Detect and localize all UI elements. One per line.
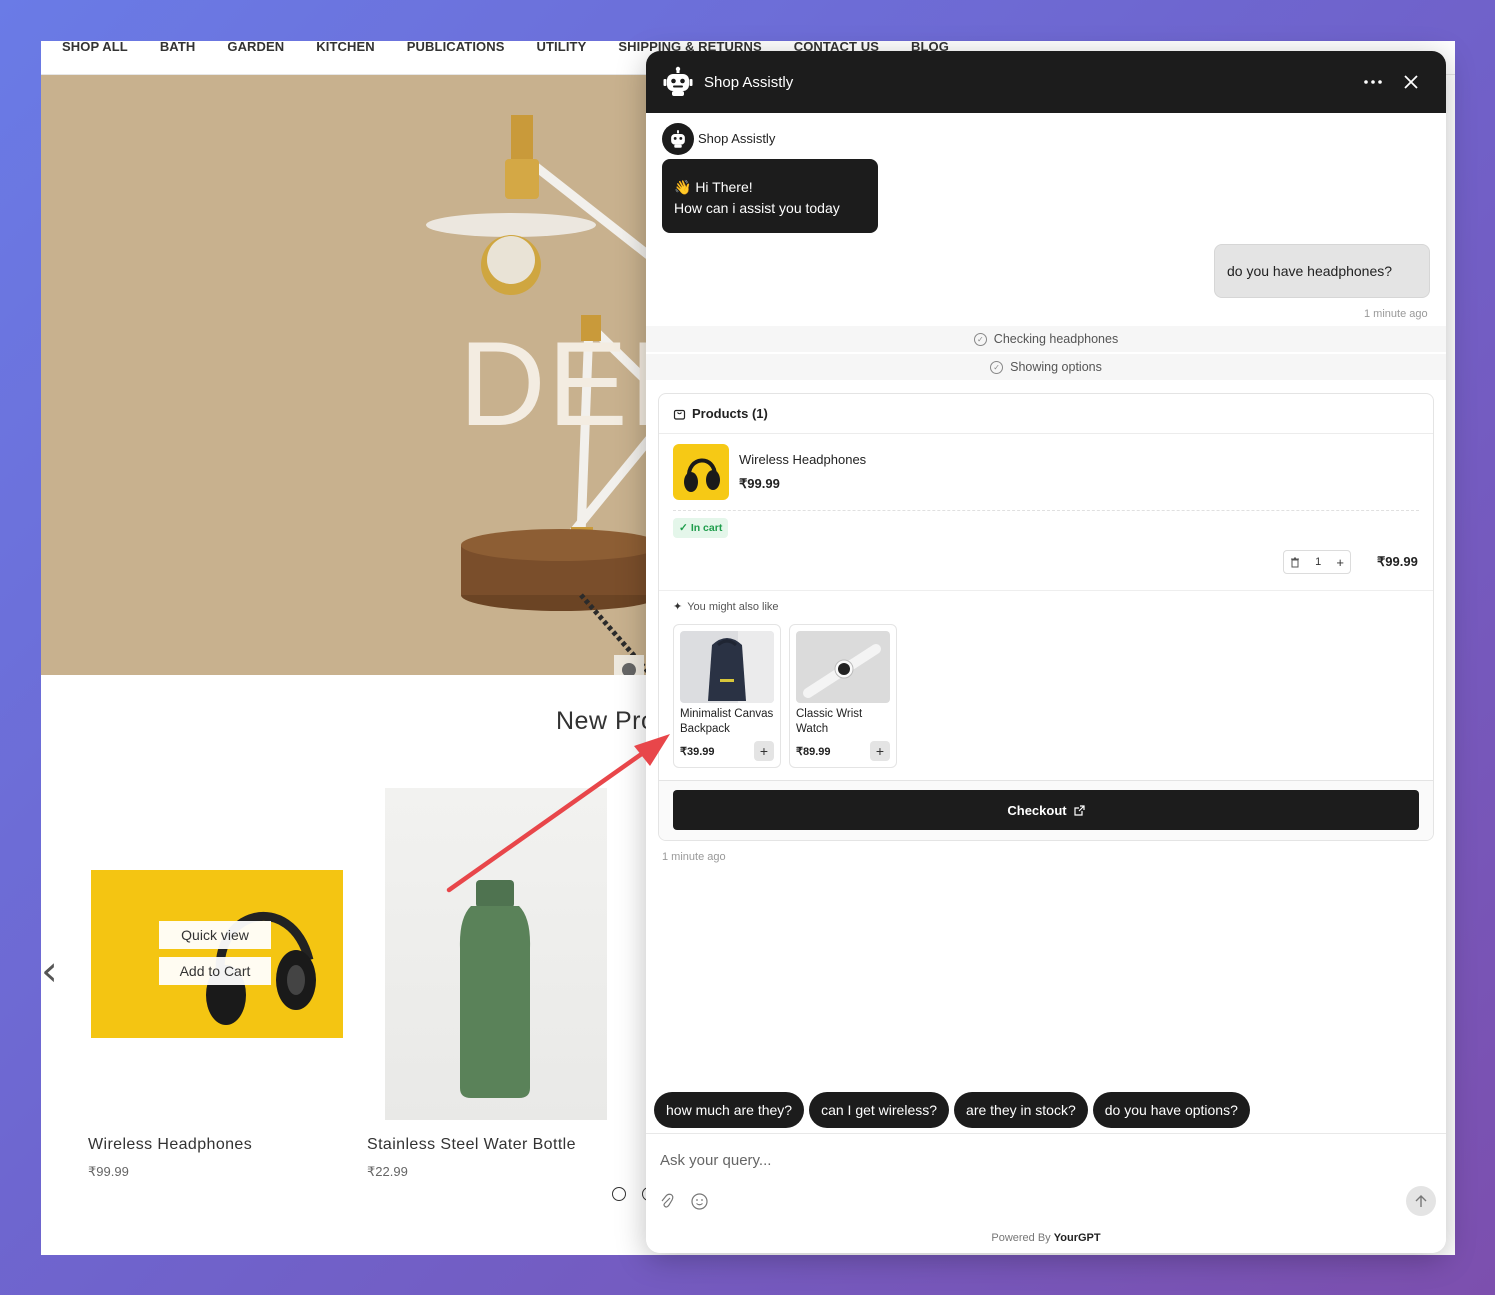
products-card: Products (1) Wireless Headphones ₹99.99 … <box>658 393 1434 841</box>
recommendation-name: Minimalist Canvas Backpack <box>680 708 774 735</box>
emoji-icon[interactable] <box>688 1190 710 1212</box>
nav-publications[interactable]: PUBLICATIONS <box>407 41 505 53</box>
line-total: ₹99.99 <box>1377 554 1418 569</box>
status-label: Showing options <box>1010 360 1102 374</box>
suggestion-chip[interactable]: are they in stock? <box>954 1092 1088 1128</box>
product-image-bottle[interactable] <box>385 788 607 1120</box>
suggestion-chip[interactable]: how much are they? <box>654 1092 805 1128</box>
message-timestamp: 1 minute ago <box>1364 308 1428 320</box>
attachment-icon[interactable] <box>656 1190 678 1212</box>
powered-brand[interactable]: YourGPT <box>1054 1232 1101 1244</box>
chat-header: Shop Assistly <box>646 51 1446 113</box>
nav-garden[interactable]: GARDEN <box>227 41 284 53</box>
plus-icon[interactable]: + <box>1336 555 1344 570</box>
watch-image <box>796 631 890 703</box>
chevron-left-icon[interactable]: ‹ <box>41 950 65 992</box>
status-step: ✓ Showing options <box>646 354 1446 380</box>
message-timestamp: 1 minute ago <box>662 851 726 863</box>
checkout-button[interactable]: Checkout <box>673 790 1419 830</box>
recommendations-title: ✦ You might also like <box>673 600 779 614</box>
checkout-label: Checkout <box>1007 802 1067 818</box>
close-icon[interactable] <box>1398 69 1424 95</box>
product-price: ₹99.99 <box>88 1164 129 1179</box>
robot-icon <box>671 130 685 148</box>
check-circle-icon: ✓ <box>990 360 1004 374</box>
nav-shop-all[interactable]: SHOP ALL <box>62 41 128 53</box>
hero-slide-indicator[interactable] <box>614 655 644 675</box>
cart-item-image[interactable] <box>673 444 729 500</box>
add-to-cart-button[interactable]: Add to Cart <box>159 957 271 985</box>
suggestion-chip[interactable]: can I get wireless? <box>809 1092 950 1128</box>
check-icon: ✓ <box>679 522 688 534</box>
greeting-line: 👋 Hi There! <box>674 179 753 195</box>
divider <box>659 590 1433 591</box>
recommendation-name: Classic Wrist Watch <box>796 708 863 735</box>
status-label: Checking headphones <box>993 332 1119 346</box>
recommendation-price: ₹89.99 <box>796 746 831 758</box>
products-title: Products (1) <box>692 406 768 421</box>
recommendation-card[interactable]: Minimalist Canvas Backpack ₹39.99 + <box>673 624 781 768</box>
badge-label: In cart <box>690 522 723 534</box>
bag-icon <box>673 407 686 420</box>
quantity-value: 1 <box>1315 556 1322 568</box>
bottle-image <box>459 880 531 1098</box>
suggestion-chips: how much are they? can I get wireless? a… <box>654 1092 1250 1128</box>
chat-widget: Shop Assistly Shop Assistly 👋 Hi There! … <box>646 51 1446 1253</box>
cart-item-price: ₹99.99 <box>739 476 780 491</box>
arrow-up-icon <box>1415 1194 1427 1208</box>
product-price: ₹22.99 <box>367 1164 408 1179</box>
user-message: do you have headphones? <box>1214 244 1430 298</box>
trash-icon[interactable] <box>1290 557 1300 568</box>
powered-prefix: Powered By <box>991 1232 1051 1244</box>
robot-icon <box>662 66 694 98</box>
more-icon[interactable] <box>1360 69 1386 95</box>
powered-by: Powered By YourGPT <box>646 1232 1446 1244</box>
composer: Powered By YourGPT <box>646 1133 1446 1253</box>
hero-title: DEM <box>459 317 661 451</box>
cart-item-name[interactable]: Wireless Headphones <box>739 452 866 467</box>
sparkle-icon: ✦ <box>673 601 683 613</box>
recommendations-label: You might also like <box>687 600 779 613</box>
divider <box>673 510 1419 511</box>
quick-view-button[interactable]: Quick view <box>159 921 271 949</box>
nav-kitchen[interactable]: KITCHEN <box>316 41 374 53</box>
quantity-stepper: 1 + <box>1283 550 1351 574</box>
products-header: Products (1) <box>659 394 1433 434</box>
backpack-image <box>680 631 774 703</box>
query-input[interactable] <box>660 1148 1360 1172</box>
product-name[interactable]: Stainless Steel Water Bottle <box>367 1136 576 1154</box>
product-image-headphones[interactable]: Quick view Add to Cart <box>91 870 343 1038</box>
headphones-image <box>206 911 316 1025</box>
product-name[interactable]: Wireless Headphones <box>88 1136 252 1154</box>
bot-avatar <box>662 123 694 155</box>
in-cart-badge: ✓ In cart <box>673 518 729 538</box>
recommendation-card[interactable]: Classic Wrist Watch ₹89.99 + <box>789 624 897 768</box>
add-recommendation-button[interactable]: + <box>754 741 774 761</box>
bot-message: 👋 Hi There! How can i assist you today <box>662 159 878 233</box>
greeting-line: How can i assist you today <box>674 200 840 216</box>
recommendation-price: ₹39.99 <box>680 746 715 758</box>
suggestion-chip[interactable]: do you have options? <box>1092 1092 1250 1128</box>
bot-name: Shop Assistly <box>698 131 776 146</box>
external-link-icon <box>1074 804 1085 816</box>
send-button[interactable] <box>1406 1186 1436 1216</box>
hero-banner: DEM <box>41 75 661 675</box>
add-recommendation-button[interactable]: + <box>870 741 890 761</box>
carousel-dot[interactable] <box>612 1187 626 1201</box>
status-step: ✓ Checking headphones <box>646 326 1446 352</box>
chat-title: Shop Assistly <box>704 73 794 91</box>
nav-utility[interactable]: UTILITY <box>537 41 587 53</box>
nav-bath[interactable]: BATH <box>160 41 196 53</box>
check-circle-icon: ✓ <box>973 332 987 346</box>
headphones-image <box>684 458 720 492</box>
